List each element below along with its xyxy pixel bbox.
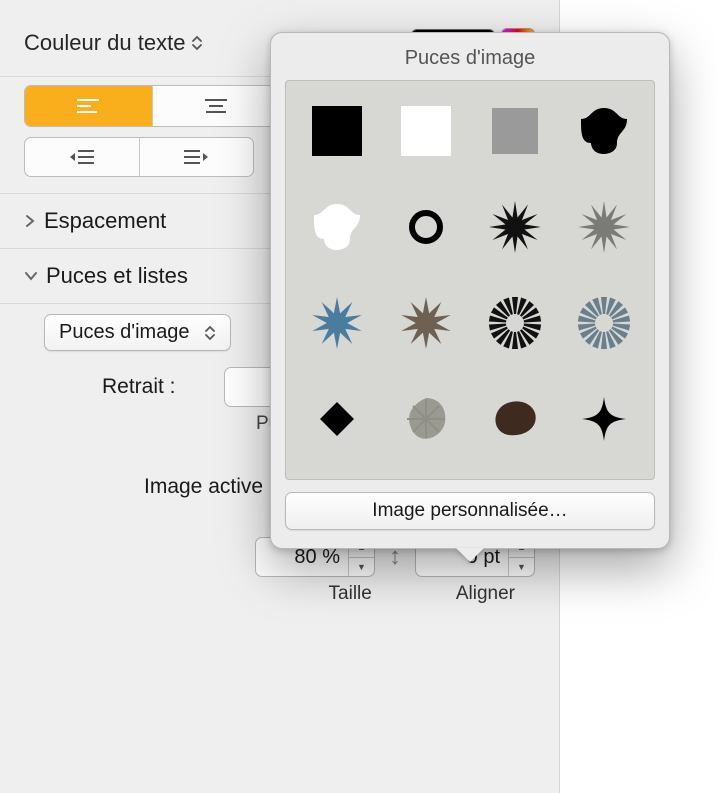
align-center-button[interactable] (153, 86, 281, 126)
size-caption: Taille (329, 583, 372, 605)
bullet-rays-black[interactable] (470, 283, 559, 363)
bullet-diamond-black[interactable] (292, 379, 381, 459)
bullets-lists-label: Puces et listes (46, 263, 188, 289)
chevron-right-icon (24, 214, 36, 228)
align-caption: Aligner (456, 583, 515, 605)
bullet-blob-brown[interactable] (470, 379, 559, 459)
bullet-scribble-gray[interactable] (381, 379, 470, 459)
bullet-rays-bluegray[interactable] (559, 283, 648, 363)
chevron-updown-icon (204, 324, 216, 342)
bullet-square-white[interactable] (381, 91, 470, 171)
bullet-burst-blue[interactable] (292, 283, 381, 363)
custom-image-button[interactable]: Image personnalisée… (285, 492, 655, 530)
bullet-square-black[interactable] (292, 91, 381, 171)
indent-segment-group (24, 137, 254, 177)
indent-button[interactable] (140, 138, 254, 176)
bullet-square-gray[interactable] (470, 91, 559, 171)
chevron-updown-icon (191, 34, 203, 52)
bullet-sparkle-black[interactable] (559, 379, 648, 459)
step-down-icon[interactable]: ▼ (509, 558, 534, 577)
bullet-burst-black[interactable] (470, 187, 559, 267)
active-image-label: Image active : (144, 475, 275, 499)
align-left-button[interactable] (25, 86, 153, 126)
chevron-down-icon (24, 270, 38, 282)
bullet-diamond-partial[interactable] (381, 475, 470, 480)
bullet-burst-brown[interactable] (381, 283, 470, 363)
bullet-type-label: Puces d'image (59, 321, 190, 344)
bullet-quatrefoil-white[interactable] (292, 187, 381, 267)
text-color-label: Couleur du texte (24, 30, 185, 56)
bullet-quatrefoil-black[interactable] (559, 91, 648, 171)
bullet-ring-black[interactable] (381, 187, 470, 267)
step-down-icon[interactable]: ▼ (349, 558, 374, 577)
indent-label: Retrait : (102, 375, 212, 399)
bullet-grid (285, 80, 655, 480)
text-color-dropdown[interactable]: Couleur du texte (24, 30, 203, 56)
bullet-burst-gray[interactable] (559, 187, 648, 267)
image-bullets-popover: Puces d'image (270, 32, 670, 549)
popover-title: Puces d'image (285, 47, 655, 70)
size-align-captions: Taille Aligner (0, 581, 559, 605)
custom-image-label: Image personnalisée… (372, 500, 567, 522)
spacing-label: Espacement (44, 208, 166, 234)
bullet-type-popup[interactable]: Puces d'image (44, 314, 231, 351)
outdent-button[interactable] (25, 138, 140, 176)
